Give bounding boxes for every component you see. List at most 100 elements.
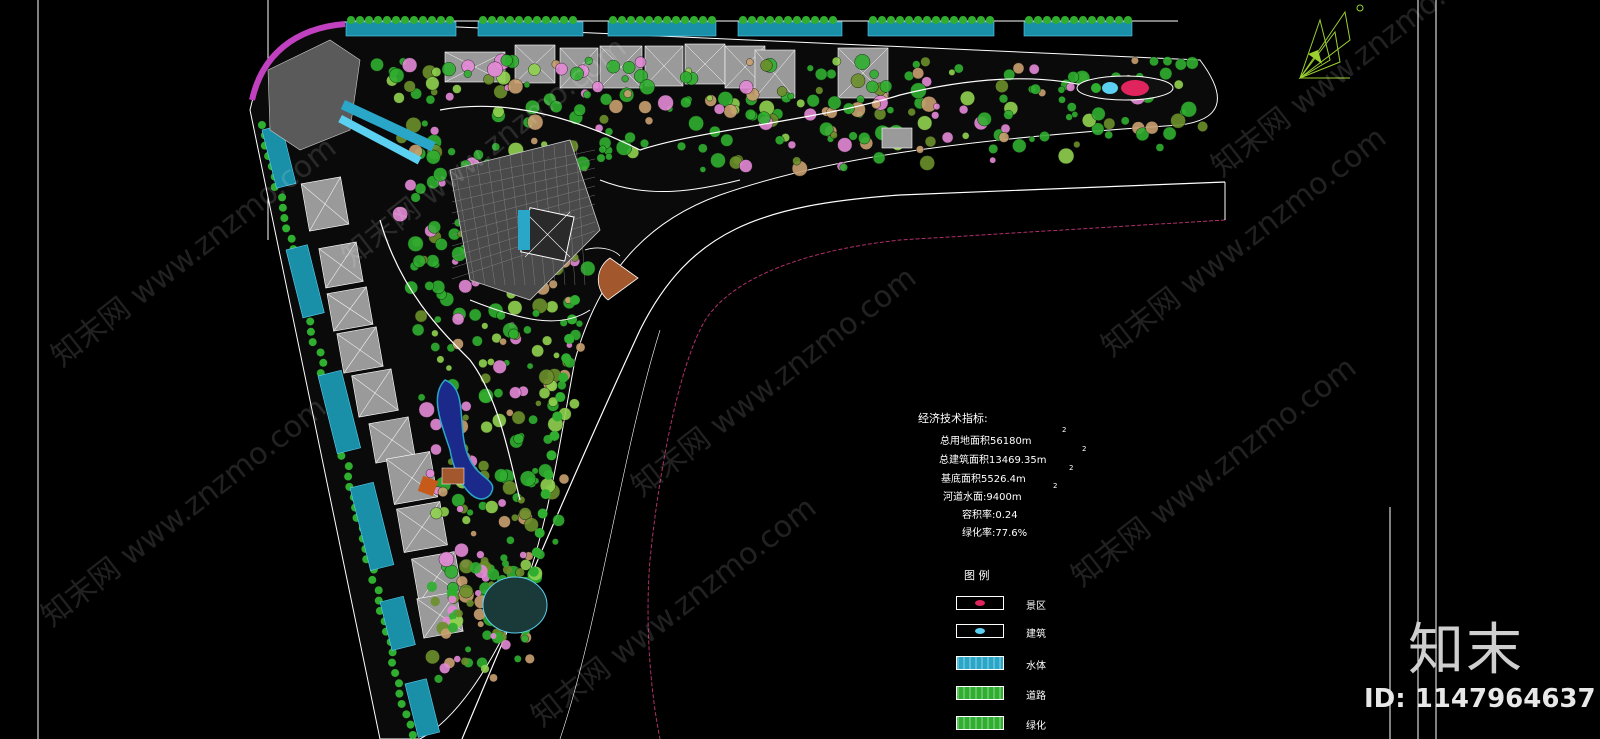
street-tree (748, 16, 756, 24)
street-tree (784, 16, 792, 24)
tree-symbol (995, 79, 1009, 93)
stats-heading: 经济技术指标: (918, 412, 988, 425)
street-tree (368, 575, 377, 584)
tree-symbol (1067, 102, 1077, 112)
tree-symbol (389, 67, 405, 84)
building-footprint (754, 49, 796, 99)
street-tree (406, 720, 415, 729)
stats-line: 河道水面:9400m (943, 492, 1022, 503)
tree-symbol (561, 353, 572, 364)
image-id-label: ID: 1147964637 (1364, 684, 1596, 714)
tree-symbol (426, 581, 437, 592)
tree-symbol (430, 443, 442, 456)
legend-swatch (956, 686, 1004, 700)
tree-symbol (425, 468, 435, 478)
tree-symbol (555, 392, 566, 403)
tree-symbol (746, 58, 754, 66)
tree-symbol (454, 543, 469, 558)
street-tree (280, 214, 289, 223)
tree-symbol (1149, 56, 1159, 67)
tree-symbol (435, 238, 448, 251)
street-tree (392, 16, 400, 24)
tree-symbol (531, 344, 544, 358)
tree-symbol (402, 57, 418, 73)
tree-symbol (548, 279, 558, 289)
tree-symbol (430, 507, 443, 520)
building-footprint (326, 286, 374, 332)
tree-symbol (421, 119, 429, 127)
tree-symbol (1057, 86, 1066, 94)
tree-symbol (848, 131, 858, 141)
tree-symbol (640, 138, 650, 148)
street-planter-block (607, 21, 717, 37)
tree-symbol (677, 141, 687, 151)
legend-swatch-mark (975, 628, 985, 634)
tree-symbol (596, 153, 606, 163)
tree-symbol (494, 468, 508, 483)
legend-label: 景区 (1026, 601, 1046, 612)
tree-symbol (438, 551, 455, 567)
tree-symbol (1028, 136, 1036, 143)
tree-symbol (370, 57, 384, 72)
tree-symbol (623, 89, 632, 99)
tree-symbol (425, 76, 440, 91)
tree-symbol (425, 94, 436, 105)
tree-symbol (509, 386, 522, 399)
street-planter-block (867, 21, 995, 37)
tree-symbol (493, 388, 504, 398)
tree-symbol (624, 131, 636, 144)
street-tree (497, 16, 505, 24)
street-tree (887, 16, 895, 24)
tree-symbol (458, 279, 473, 294)
tree-symbol (1120, 116, 1130, 126)
street-tree (1088, 16, 1096, 24)
tree-symbol (644, 116, 654, 125)
tree-symbol (1057, 147, 1075, 165)
street-tree (1061, 16, 1069, 24)
stats-line-superscript: 2 (1069, 464, 1074, 472)
tree-symbol (570, 295, 580, 305)
tree-symbol (858, 132, 871, 145)
tree-symbol (1162, 126, 1177, 141)
tree-symbol (907, 107, 916, 117)
tree-symbol (448, 595, 457, 604)
street-tree (699, 16, 707, 24)
tree-symbol (476, 550, 485, 559)
tree-symbol (775, 135, 785, 145)
tree-symbol (919, 155, 935, 171)
tree-symbol (487, 568, 500, 581)
tree-symbol (552, 514, 565, 527)
legend-swatch-mark (975, 600, 985, 606)
street-tree (479, 16, 487, 24)
tree-symbol (706, 94, 713, 102)
tree-symbol (787, 140, 797, 150)
tree-symbol (414, 309, 428, 323)
tree-symbol (879, 80, 893, 93)
street-tree (1115, 16, 1123, 24)
tree-symbol (463, 69, 472, 78)
tree-symbol (552, 538, 559, 546)
tree-symbol (1000, 123, 1011, 134)
tree-symbol (998, 94, 1009, 104)
tree-symbol (490, 633, 497, 639)
tree-symbol (806, 94, 820, 108)
tree-symbol (1162, 56, 1173, 66)
tree-symbol (545, 300, 559, 313)
tree-symbol (444, 564, 459, 579)
tree-symbol (787, 92, 795, 100)
street-tree (968, 16, 976, 24)
tree-symbol (1185, 56, 1199, 70)
tree-symbol (776, 86, 788, 97)
street-tree (941, 16, 949, 24)
tree-symbol (523, 325, 532, 335)
street-tree (681, 16, 689, 24)
tree-symbol (739, 159, 753, 173)
street-tree (1079, 16, 1087, 24)
tree-symbol (605, 153, 613, 161)
tree-symbol (546, 450, 557, 461)
tree-symbol (912, 60, 921, 69)
tree-symbol (1012, 62, 1025, 75)
tree-symbol (530, 137, 538, 145)
street-tree (690, 16, 698, 24)
tree-symbol (1030, 83, 1041, 95)
